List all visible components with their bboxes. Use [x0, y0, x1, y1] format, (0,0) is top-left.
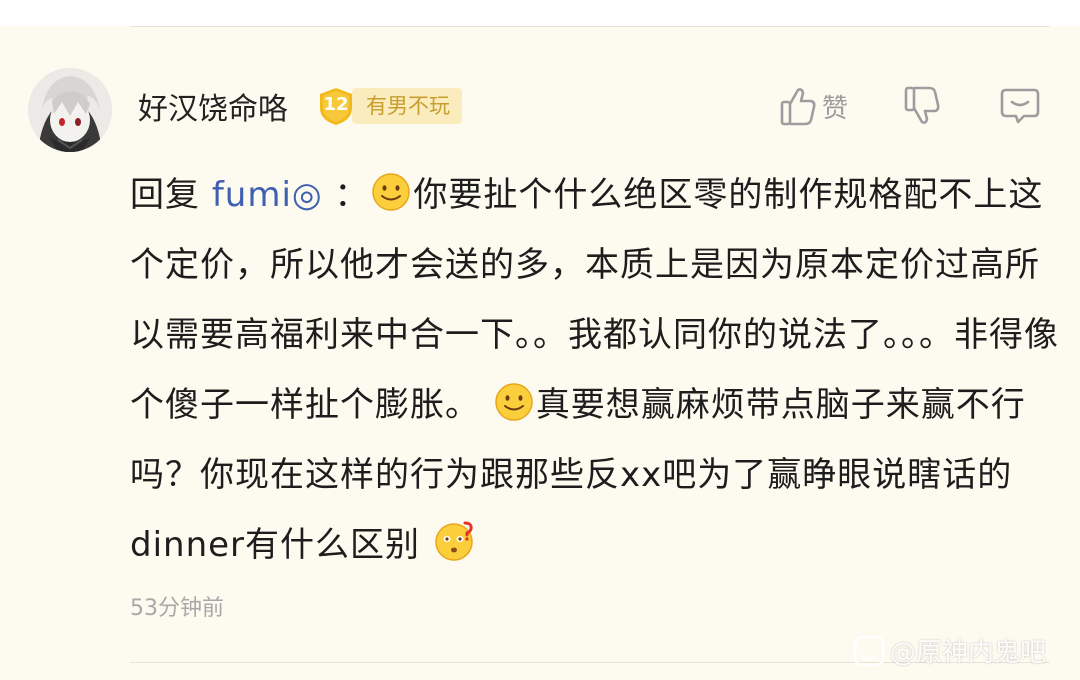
- watermark: @原神内鬼吧: [852, 632, 1046, 669]
- thumbs-up-icon: [780, 88, 816, 126]
- reply-button[interactable]: [998, 84, 1042, 128]
- confused-emoji-icon: [435, 521, 473, 561]
- level-number: 12: [323, 94, 349, 115]
- reply-colon: ：: [334, 175, 370, 215]
- comment-body: 回复 fumi◎ ：你要扯个什么绝区零的制作规格配不上这个定价，所以他才会送的多…: [130, 160, 1060, 580]
- reply-prefix: 回复: [130, 175, 200, 215]
- fan-badge-title[interactable]: 有男不玩: [352, 88, 462, 124]
- top-divider: [130, 26, 1050, 27]
- level-badge: 12: [316, 86, 356, 126]
- like-label: 赞: [822, 93, 849, 124]
- comment-timestamp: 53分钟前: [130, 596, 224, 621]
- top-band: [0, 0, 1080, 26]
- thumbs-down-icon: [904, 86, 940, 124]
- watermark-text: @原神内鬼吧: [890, 638, 1047, 668]
- smile-emoji-icon: [495, 383, 533, 421]
- mention-link[interactable]: fumi◎: [212, 175, 323, 215]
- like-button[interactable]: 赞: [778, 84, 848, 128]
- username[interactable]: 好汉饶命咯: [138, 84, 288, 128]
- smile-emoji-icon: [372, 173, 411, 211]
- tieba-logo-icon: [853, 635, 885, 666]
- anime-avatar-icon: [28, 68, 112, 152]
- dislike-button[interactable]: [902, 84, 942, 128]
- avatar[interactable]: [28, 68, 112, 152]
- comment-bubble-icon: [1000, 88, 1040, 124]
